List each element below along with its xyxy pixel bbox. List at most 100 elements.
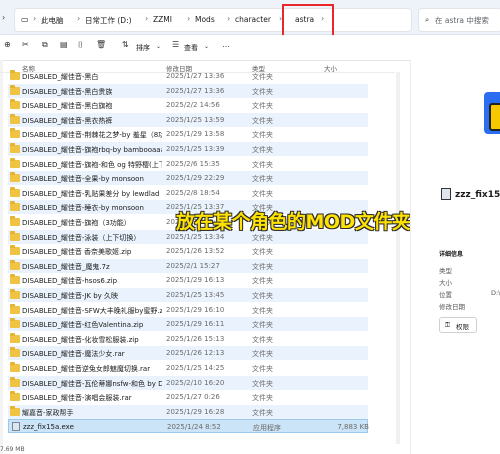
- crumb-character[interactable]: character: [235, 15, 271, 24]
- file-date: 2025/1/26 13:52: [166, 247, 225, 256]
- list-item[interactable]: DISABLED_耀佳音-SFW大丰晚礼服by蜜野.zip 2025/1/29 1…: [8, 303, 368, 317]
- crumb-mods[interactable]: Mods: [195, 15, 215, 24]
- delete-icon[interactable]: 🗑: [96, 40, 106, 49]
- file-name: DISABLED_耀佳音-黑衣热裤: [22, 116, 113, 125]
- folder-icon: [10, 230, 20, 241]
- list-item[interactable]: DISABLED_耀佳音-旗袍-和色 og 特野樱(上下… 2025/2/6 15…: [8, 157, 368, 171]
- file-name: DISABLED_耀佳音-红色Valentina.zip: [22, 321, 144, 330]
- file-name: DISABLED_耀佳音-黑白贵族: [22, 87, 113, 96]
- chevron-right-icon: ›: [227, 14, 231, 23]
- list-item[interactable]: DISABLED_耀佳音逆兔女郎魅魔切换.rar 2025/1/25 14:25 文…: [8, 361, 368, 375]
- rename-icon[interactable]: ⌷: [78, 40, 83, 50]
- list-item[interactable]: DISABLED_耀佳音-乳贴果差分 by lewdlad（6… 2025/2/8…: [8, 186, 368, 200]
- highlight-box: [282, 4, 334, 37]
- paste-icon[interactable]: ▤: [60, 40, 68, 49]
- list-item[interactable]: DISABLED_耀佳音-黑白旗袍 2025/2/2 14:56 文件夹: [8, 98, 368, 112]
- list-item[interactable]: DISABLED_耀佳音-黑白贵族 2025/1/27 13:36 文件夹: [8, 83, 368, 98]
- file-type: 文件夹: [252, 87, 273, 96]
- file-date: 2025/1/29 16:11: [166, 320, 225, 329]
- folder-icon: [10, 259, 20, 270]
- file-date: 2025/1/25 13:59: [166, 115, 225, 124]
- file-type: 文件夹: [252, 292, 273, 300]
- folder-icon: [10, 201, 20, 212]
- folder-icon: [10, 157, 20, 168]
- scrollbar[interactable]: [396, 72, 400, 444]
- list-item[interactable]: DISABLED_耀佳音-hsos6.zip 2025/1/29 16:13 文件夹: [8, 273, 368, 287]
- folder-icon: [10, 303, 20, 314]
- crumb-zzmi[interactable]: ZZMI: [153, 15, 172, 24]
- sort-icon[interactable]: ⇅: [122, 40, 129, 49]
- breadcrumb[interactable]: ▭ › 此电脑 › 日常工作 (D:) › ZZMI › Mods › char…: [14, 8, 412, 32]
- list-item[interactable]: DISABLED_耀佳音-JK by 久映 2025/1/25 13:45 文件夹: [8, 288, 368, 302]
- folder-icon: [10, 245, 20, 256]
- list-item[interactable]: DISABLED_耀佳音 香奈美歌姬.zip 2025/1/26 13:52 文件夹: [8, 244, 368, 258]
- folder-icon: [10, 332, 20, 343]
- folder-icon: [10, 84, 20, 95]
- list-item[interactable]: DISABLED_耀佳音-红色Valentina.zip 2025/1/29 16…: [8, 317, 368, 332]
- expand-icon[interactable]: ›: [2, 13, 5, 22]
- list-item[interactable]: DISABLED_耀佳音-演唱会服装.rar 2025/1/27 0:26 文件夹: [8, 390, 368, 404]
- chevron-right-icon: ›: [187, 14, 191, 23]
- sort-button[interactable]: 排序: [136, 43, 150, 53]
- cut-icon[interactable]: ✂: [22, 40, 29, 49]
- folder-icon: [10, 318, 20, 329]
- file-type: 文件夹: [252, 262, 273, 271]
- list-item[interactable]: DISABLED_耀佳音-黑白 2025/1/27 13:36 文件夹: [8, 69, 368, 83]
- list-item[interactable]: DISABLED_耀佳音-瓦伦蒂娜nsfw-和色 by Dai… 2025/2/1…: [8, 375, 368, 390]
- permissions-button[interactable]: ⚿ 权限: [439, 317, 477, 333]
- crumb-this-pc[interactable]: 此电脑: [41, 15, 64, 26]
- folder-icon: [10, 113, 20, 124]
- file-type: 文件夹: [252, 408, 273, 417]
- search-input[interactable]: ⌕ 在 astra 中搜索: [418, 8, 500, 32]
- copy-icon[interactable]: ⧉: [42, 40, 48, 50]
- list-item[interactable]: DISABLED_耀佳音-荆棘花之梦-by 羞星（8功… 2025/1/29 13…: [8, 127, 368, 141]
- list-item[interactable]: 耀嘉音-家政帮手 2025/1/29 16:28 文件夹: [8, 404, 368, 419]
- file-type: 文件夹: [252, 248, 273, 257]
- file-date: 2025/1/29 13:58: [166, 130, 225, 139]
- status-text: 7.69 MB: [0, 446, 25, 453]
- list-item[interactable]: DISABLED_耀佳音-魔法少女.rar 2025/1/26 12:13 文件夹: [8, 346, 368, 361]
- folder-icon: [10, 70, 20, 80]
- chevron-down-icon[interactable]: ⌄: [156, 43, 161, 50]
- folder-icon: [10, 376, 20, 387]
- chevron-down-icon[interactable]: ⌄: [204, 43, 209, 50]
- file-icon: [441, 188, 451, 200]
- view-icon[interactable]: ☰: [172, 40, 179, 49]
- file-date: 2025/1/27 13:36: [166, 86, 225, 95]
- details-title: zzz_fix15a.: [455, 190, 500, 200]
- file-icon: [12, 422, 20, 432]
- file-name: DISABLED_耀佳音逆兔女郎魅魔切换.rar: [22, 365, 151, 373]
- app-icon-glyph: [489, 103, 500, 131]
- new-icon[interactable]: ⊕: [4, 40, 11, 49]
- file-type: 文件夹: [252, 350, 273, 359]
- list-item[interactable]: DISABLED_耀佳音-全果-by monsoon 2025/1/29 22:2…: [8, 171, 368, 186]
- file-name: DISABLED_耀佳音-SFW大丰晚礼服by蜜野.zip: [22, 306, 162, 315]
- file-type: 应用程序: [253, 424, 281, 433]
- nav-pane-edge: [0, 60, 3, 454]
- file-date: 2025/1/25 14:25: [166, 364, 225, 372]
- list-item[interactable]: DISABLED_耀佳音-黑衣热裤 2025/1/25 13:59 文件夹: [8, 112, 368, 127]
- list-item[interactable]: DISABLED_耀佳音-旗袍rbq-by bambooaaa… 2025/1/2…: [8, 142, 368, 156]
- crumb-drive-d[interactable]: 日常工作 (D:): [85, 15, 132, 26]
- file-name: DISABLED_耀佳音-睡衣-by monsoon: [22, 204, 144, 213]
- details-key: 类型: [439, 267, 452, 275]
- file-name: zzz_fix15a.exe: [23, 423, 74, 432]
- file-name: DISABLED_耀佳音-魔法少女.rar: [22, 350, 125, 359]
- file-name: DISABLED_耀佳音-旗袍-和色 og 特野樱(上下…: [22, 160, 162, 169]
- file-date: 2025/1/26 15:13: [166, 334, 225, 343]
- more-icon[interactable]: …: [222, 40, 230, 49]
- search-icon: ⌕: [425, 15, 430, 24]
- folder-icon: [10, 186, 20, 197]
- list-item[interactable]: DISABLED_耀佳音_魔鬼.7z 2025/2/1 15:27 文件夹: [8, 258, 368, 273]
- folder-icon: [10, 405, 20, 416]
- list-item[interactable]: zzz_fix15a.exe 2025/1/24 8:52 应用程序 7,883 KB: [8, 419, 369, 434]
- details-pane: zzz_fix15a. 详细信息 类型 大小 位置 D:\ 修改日期 ⚿ 权限: [410, 60, 500, 454]
- list-item[interactable]: DISABLED_耀佳音-化妆雪松服装.zip 2025/1/26 15:13 文件…: [8, 332, 368, 346]
- file-date: 2025/1/29 16:13: [166, 276, 225, 285]
- view-button[interactable]: 查看: [184, 43, 198, 53]
- file-type: 文件夹: [252, 321, 273, 330]
- file-date: 2025/2/2 14:56: [166, 101, 220, 110]
- folder-icon: [10, 289, 20, 299]
- folder-icon: [10, 128, 20, 139]
- file-name: DISABLED_耀佳音-演唱会服装.rar: [22, 394, 132, 403]
